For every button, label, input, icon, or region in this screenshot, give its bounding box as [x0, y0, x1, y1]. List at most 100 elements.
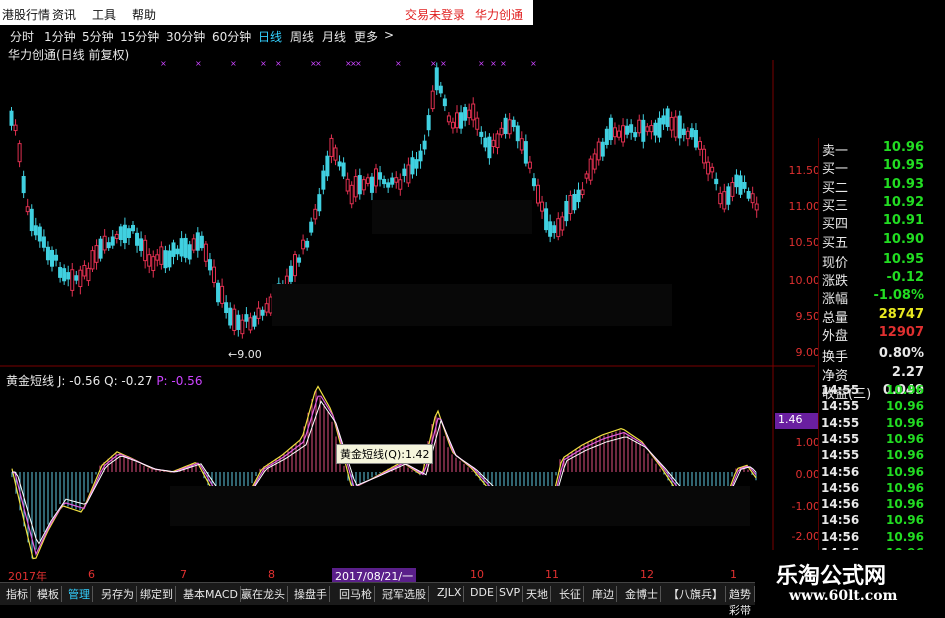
date-label: 10 [470, 568, 484, 581]
period-tab-30min[interactable]: 30分钟 [166, 28, 205, 45]
candle-body [681, 128, 686, 136]
period-tab-daily[interactable]: 日线 [258, 28, 282, 45]
candle-body [70, 269, 75, 291]
quote-value: 28747 [878, 306, 924, 322]
trade-login-status[interactable]: 交易未登录 [405, 6, 465, 23]
period-tab-5min[interactable]: 5分钟 [82, 28, 114, 45]
tick-time: 14:56 [821, 497, 860, 512]
candle-body [653, 122, 658, 136]
indicator-tab[interactable]: 模板 [35, 586, 62, 602]
quote-row: 涨幅 -1.08% [818, 288, 925, 307]
candle-body [13, 124, 18, 132]
quote-value: -1.08% [873, 288, 925, 304]
candle-body [264, 303, 269, 313]
indicator-tab[interactable]: 天地 [524, 586, 551, 602]
indicator-tab[interactable]: 管理 [66, 586, 93, 602]
menu-news[interactable]: 资讯 [52, 6, 76, 23]
indicator-tab[interactable]: SVP [497, 586, 524, 602]
indicator-tab[interactable]: 嬴在龙头 [239, 586, 288, 602]
indicator-tab[interactable]: 金博士 [623, 586, 661, 602]
candle-body [203, 243, 208, 262]
menu-tools[interactable]: 工具 [92, 6, 116, 23]
indicator-tabs: 指标 模板 管理 另存为 绑定到 基本MACD 嬴在龙头 操盘手 回马枪 冠军选股 ZJLX DDE S… [0, 582, 755, 617]
candle-body [86, 267, 91, 282]
candle-body [163, 250, 168, 269]
indicator-tab[interactable]: 绑定到 [138, 586, 176, 602]
period-tab-60min[interactable]: 60分钟 [212, 28, 251, 45]
quote-value: 10.91 [882, 213, 924, 229]
indicator-tab[interactable]: 操盘手 [292, 586, 330, 602]
tick-time: 14:56 [821, 480, 860, 495]
period-tab-more[interactable]: 更多 [354, 28, 378, 45]
candle-body [511, 119, 516, 128]
indicator-tab[interactable]: 长征 [557, 586, 584, 602]
signal-marker: × [230, 59, 237, 68]
signal-marker: × [195, 59, 202, 68]
indicator-tab[interactable]: 冠军选股 [380, 586, 429, 602]
candle-body [487, 136, 492, 159]
candle-body [621, 125, 626, 143]
candle-body [102, 235, 107, 251]
quote-value: 10.95 [882, 158, 924, 174]
indicator-tab[interactable]: DDE [468, 586, 497, 602]
candle-body [329, 137, 334, 157]
period-tab-weekly[interactable]: 周线 [290, 28, 314, 45]
indicator-tab[interactable]: 【八旗兵】 [666, 586, 726, 602]
quote-value: 10.95 [882, 251, 924, 267]
candle-body [151, 256, 156, 271]
candle-body [66, 272, 71, 280]
candle-body [183, 237, 188, 258]
candle-body [750, 193, 755, 204]
period-tab-15min[interactable]: 15分钟 [120, 28, 159, 45]
date-label: 6 [88, 568, 95, 581]
tick-time: 14:56 [821, 464, 860, 479]
period-tab-intraday[interactable]: 分时 [10, 28, 34, 45]
quote-row: 买三 10.92 [818, 194, 924, 214]
chevron-right-icon[interactable]: > [384, 28, 394, 42]
candle-body [625, 125, 630, 135]
tick-price: 10.96 [886, 399, 924, 414]
candle-body [714, 178, 719, 185]
candle-body [195, 232, 200, 251]
candle-body [693, 130, 698, 148]
indicator-tab[interactable]: ZJLX [435, 586, 465, 602]
candle-body [369, 176, 374, 193]
indicator-p-value: P: -0.56 [156, 374, 203, 388]
quote-value: 10.92 [882, 194, 924, 210]
quote-label: 总量 [822, 310, 849, 326]
candle-body [471, 103, 476, 121]
signal-marker: × [530, 59, 537, 68]
indicator-tab[interactable]: 指标 [4, 586, 31, 602]
quote-row: 换手 0.80% [818, 346, 924, 366]
indicator-q-value: Q: -0.27 [104, 374, 153, 388]
period-tab-1min[interactable]: 1分钟 [44, 28, 76, 45]
redacted-area [170, 486, 750, 526]
indicator-tab[interactable]: 基本MACD [181, 586, 241, 602]
quote-row: 外盘 12907 [818, 325, 924, 344]
candle-body [718, 192, 723, 205]
quote-value: 10.96 [882, 140, 924, 155]
candle-body [669, 116, 674, 131]
candle-body [406, 164, 411, 184]
indicator-tab[interactable]: 回马枪 [337, 586, 375, 602]
menu-help[interactable]: 帮助 [132, 6, 156, 23]
candle-body [118, 226, 123, 240]
indicator-tab[interactable]: 另存为 [99, 586, 137, 602]
candle-body [29, 208, 34, 232]
date-label: 11 [545, 568, 559, 581]
period-tab-monthly[interactable]: 月线 [322, 28, 346, 45]
candle-body [9, 110, 14, 126]
candle-body [321, 170, 326, 190]
tick-price: 10.96 [886, 513, 924, 528]
candle-body [147, 254, 152, 267]
watermark-title: 乐淘公式网 [776, 564, 887, 589]
indicator-tab[interactable]: 趋势彩带 [727, 586, 755, 617]
signal-marker: × [275, 59, 282, 68]
candle-body [685, 130, 690, 140]
indicator-line-p [11, 395, 757, 556]
indicator-tab[interactable]: 庠边 [590, 586, 617, 602]
quote-label: 换手 [822, 350, 849, 366]
tick-row: 14:55 10.96 [818, 383, 924, 399]
candle-body [301, 239, 306, 250]
menu-market[interactable]: 港股行情 [2, 6, 50, 23]
